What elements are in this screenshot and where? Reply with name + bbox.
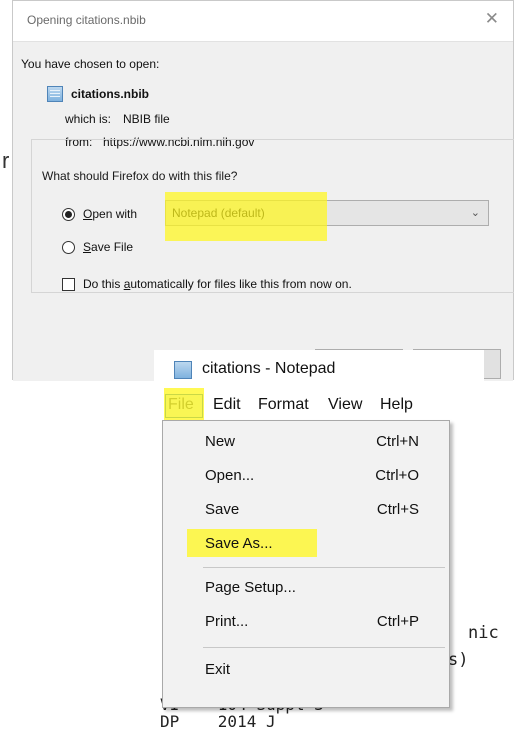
menu-shortcut-new: Ctrl+N [376, 433, 419, 450]
file-action-legend: What should Firefox do with this file? [39, 169, 241, 183]
notepad-app-icon [174, 361, 192, 379]
file-menu-dropdown: New Ctrl+N Open... Ctrl+O Save Ctrl+S Sa… [162, 420, 450, 708]
menu-item-save[interactable]: Save [205, 501, 239, 518]
auto-action-label[interactable]: Do this automatically for files like thi… [83, 277, 352, 291]
chevron-down-icon: ⌄ [470, 207, 480, 219]
menu-format[interactable]: Format [258, 396, 309, 414]
auto-action-label-after: utomatically for files like this from no… [130, 277, 352, 291]
notepad-menubar: File Edit Format View Help [154, 390, 484, 420]
menu-separator [203, 647, 445, 648]
background-text-fragment: DP 2014 J [160, 712, 276, 731]
application-select[interactable]: Notepad (default) ⌄ [165, 200, 489, 226]
menu-item-exit[interactable]: Exit [205, 661, 230, 678]
open-with-label[interactable]: Open with [83, 207, 137, 221]
menu-item-print[interactable]: Print... [205, 613, 248, 630]
menu-item-open[interactable]: Open... [205, 467, 254, 484]
close-icon[interactable]: ✕ [485, 10, 499, 27]
menu-view[interactable]: View [328, 396, 362, 414]
menu-file-focus-box [165, 394, 203, 418]
firefox-open-file-dialog: Opening citations.nbib ✕ You have chosen… [12, 0, 514, 381]
auto-action-checkbox[interactable] [62, 278, 75, 291]
auto-action-label-before: Do this [83, 277, 124, 291]
menu-edit[interactable]: Edit [213, 396, 241, 414]
menu-item-save-as[interactable]: Save As... [205, 535, 273, 552]
nbib-file-icon [47, 86, 63, 102]
menu-item-page-setup[interactable]: Page Setup... [205, 579, 296, 596]
file-name: citations.nbib [71, 87, 149, 101]
open-with-radio[interactable] [62, 208, 75, 221]
menu-shortcut-open: Ctrl+O [375, 467, 419, 484]
notepad-titlebar: citations - Notepad [154, 350, 484, 390]
save-file-label-rest: ave File [91, 240, 134, 254]
application-select-value: Notepad (default) [172, 206, 265, 220]
file-type-value: NBIB file [123, 112, 170, 126]
open-with-mnemonic: O [83, 207, 93, 221]
save-file-mnemonic: S [83, 240, 92, 254]
background-left-edge-glyph: r [2, 148, 10, 173]
file-type-label: which is: [65, 112, 112, 126]
save-file-label[interactable]: Save File [83, 240, 133, 254]
open-with-label-rest: pen with [92, 207, 138, 221]
notepad-window: citations - Notepad File Edit Format Vie… [154, 350, 484, 708]
chosen-to-open-label: You have chosen to open: [21, 57, 160, 71]
notepad-window-title: citations - Notepad [202, 360, 336, 377]
menu-separator [203, 567, 445, 568]
menu-help[interactable]: Help [380, 396, 413, 414]
menu-shortcut-print: Ctrl+P [376, 613, 419, 630]
dialog-title: Opening citations.nbib [27, 13, 146, 27]
save-file-radio[interactable] [62, 241, 75, 254]
menu-item-new[interactable]: New [205, 433, 235, 450]
menu-shortcut-save: Ctrl+S [376, 501, 419, 518]
